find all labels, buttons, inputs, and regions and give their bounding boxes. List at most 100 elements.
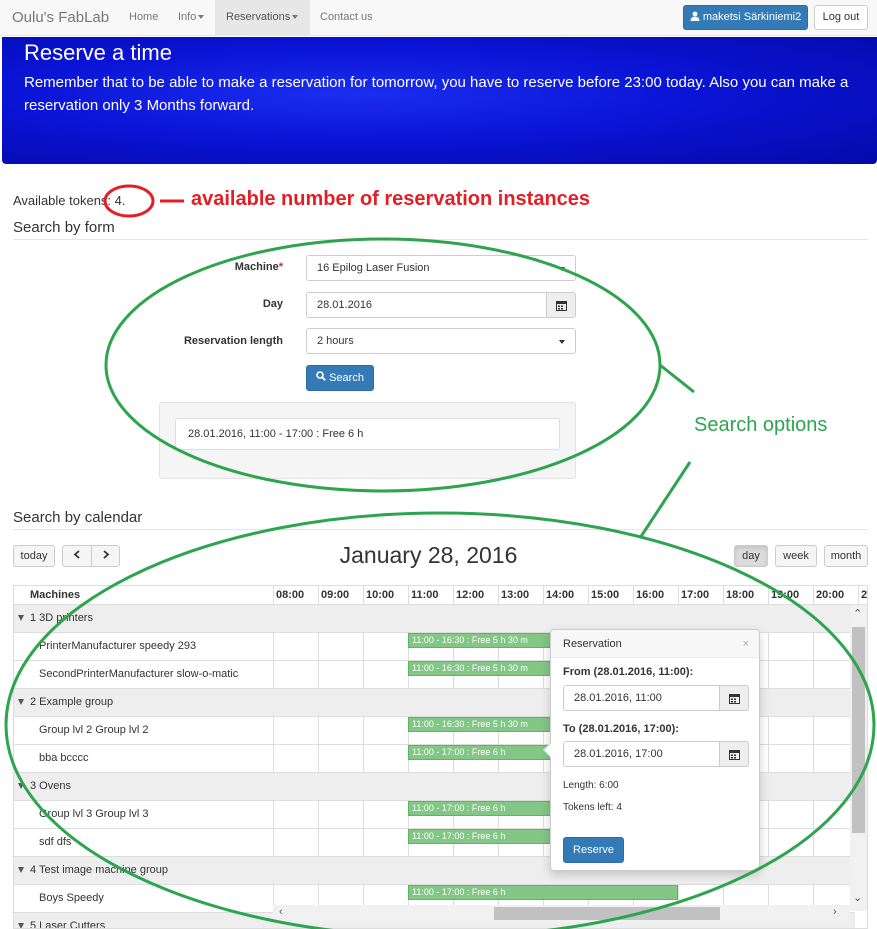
- search-result-item[interactable]: 28.01.2016, 11:00 - 17:00 : Free 6 h: [175, 418, 560, 450]
- length-select[interactable]: 2 hours: [306, 328, 576, 354]
- required-marker: *: [278, 261, 283, 273]
- nav-home-label: Home: [129, 11, 159, 23]
- availability-event[interactable]: 11:00 - 17:00 : Free 6 h: [408, 885, 678, 900]
- machine-select-value: 16 Epilog Laser Fusion: [317, 262, 430, 274]
- grid-line: [273, 661, 274, 689]
- available-tokens: Available tokens: 4.: [13, 193, 126, 208]
- search-button-label: Search: [329, 372, 364, 384]
- logout-button[interactable]: Log out: [814, 5, 868, 30]
- nav-info[interactable]: Info: [167, 0, 215, 36]
- time-label: 16:00: [636, 589, 665, 601]
- calendar-header: Machines 08:00 09:00 10:00 11:00 12:00 13:00 1…: [14, 586, 868, 605]
- green-pointer-line: [638, 461, 692, 539]
- calendar-title: January 28, 2016: [339, 542, 518, 568]
- navbar: Oulu's FabLab Home Info Reservations Con…: [0, 0, 877, 36]
- search-options-annotation: Search options: [694, 414, 828, 436]
- close-icon[interactable]: ×: [743, 638, 749, 650]
- machine-label: Boys Speedy: [39, 892, 104, 904]
- length-select-value: 2 hours: [317, 335, 354, 347]
- scroll-right-icon[interactable]: ›: [833, 906, 837, 918]
- nav-reservations[interactable]: Reservations: [215, 0, 310, 36]
- to-calendar-button[interactable]: [719, 741, 749, 767]
- triangle-down-icon[interactable]: [18, 615, 24, 621]
- group-label: 1 3D printers: [30, 612, 93, 624]
- hero-text: Remember that to be able to make a reser…: [24, 74, 849, 114]
- tokens-annotation: available number of reservation instance…: [191, 188, 591, 210]
- day-input-value: 28.01.2016: [317, 299, 373, 311]
- calendar-icon: [555, 300, 567, 311]
- grid-line: [273, 633, 274, 661]
- popover-title-text: Reservation: [563, 638, 622, 650]
- brand-link[interactable]: Oulu's FabLab: [12, 9, 109, 26]
- to-input[interactable]: 28.01.2016, 17:00: [563, 741, 720, 767]
- from-calendar-button[interactable]: [719, 685, 749, 711]
- nav-contact[interactable]: Contact us: [309, 0, 384, 36]
- search-icon: [316, 371, 326, 381]
- time-label: 21: [861, 589, 868, 601]
- machine-label: PrinterManufacturer speedy 293: [39, 640, 197, 652]
- vertical-scrollbar[interactable]: ⌃ ⌄: [850, 605, 867, 911]
- grid-line: [273, 829, 274, 857]
- length-label: Reservation length: [183, 335, 283, 347]
- triangle-down-icon[interactable]: [18, 923, 24, 928]
- scroll-left-icon[interactable]: ‹: [279, 906, 283, 918]
- group-label: 4 Test image machine group: [30, 864, 168, 876]
- view-month-button[interactable]: month: [824, 545, 868, 567]
- machine-label-text: Machine: [234, 261, 279, 273]
- nav-info-label: Info: [178, 11, 197, 23]
- time-label: 09:00: [321, 589, 350, 601]
- triangle-down-icon[interactable]: [18, 867, 24, 873]
- calendar-icon: [728, 749, 740, 760]
- machine-label: sdf dfs: [39, 836, 72, 848]
- length-text: Length: 6:00: [563, 780, 619, 791]
- search-button[interactable]: Search: [306, 365, 374, 391]
- time-label: 12:00: [456, 589, 485, 601]
- triangle-down-icon[interactable]: [18, 699, 24, 705]
- group-label: 3 Ovens: [30, 780, 71, 792]
- nav-home[interactable]: Home: [118, 0, 169, 36]
- day-calendar-button[interactable]: [546, 292, 576, 318]
- caret-down-icon: [198, 15, 205, 20]
- grid-line: [273, 801, 274, 829]
- horizontal-scrollbar[interactable]: ‹ ›: [273, 905, 850, 922]
- triangle-down-icon[interactable]: [18, 783, 24, 789]
- time-label: 19:00: [771, 589, 800, 601]
- resource-header: Machines: [30, 589, 81, 601]
- group-label: 2 Example group: [30, 696, 114, 708]
- reservation-popover: Reservation × From (28.01.2016, 11:00): …: [542, 629, 760, 871]
- tokens-left-text: Tokens left: 4: [563, 802, 622, 813]
- view-day-button[interactable]: day: [734, 545, 768, 567]
- vertical-scroll-thumb[interactable]: [852, 627, 865, 833]
- machine-select[interactable]: 16 Epilog Laser Fusion: [306, 255, 576, 281]
- user-button[interactable]: maketsi Särkiniemi2: [683, 5, 808, 30]
- time-label: 10:00: [366, 589, 395, 601]
- hero-banner: Reserve a time Remember that to be able …: [2, 37, 877, 164]
- nav-contact-label: Contact us: [320, 11, 373, 23]
- time-label: 08:00: [276, 589, 305, 601]
- reserve-button[interactable]: Reserve: [563, 837, 624, 863]
- from-label: From (28.01.2016, 11:00):: [563, 666, 694, 678]
- to-label: To (28.01.2016, 17:00):: [563, 723, 679, 735]
- horizontal-scroll-thumb[interactable]: [494, 907, 720, 920]
- scroll-up-icon[interactable]: ⌃: [853, 607, 862, 620]
- grid-line: [273, 717, 274, 745]
- green-pointer-line: [659, 363, 695, 394]
- page-title: Reserve a time: [24, 40, 172, 65]
- divider: [13, 239, 868, 240]
- machine-label: Machine*: [180, 261, 283, 273]
- from-input[interactable]: 28.01.2016, 11:00: [563, 685, 720, 711]
- scroll-down-icon[interactable]: ⌄: [853, 891, 862, 904]
- from-input-value: 28.01.2016, 11:00: [574, 692, 662, 704]
- chevron-down-icon: [559, 340, 565, 344]
- group-label: 5 Laser Cutters: [30, 920, 106, 929]
- search-form-heading: Search by form: [13, 219, 115, 236]
- view-week-button[interactable]: week: [775, 545, 817, 567]
- chevron-down-icon: [559, 267, 565, 271]
- machine-label: SecondPrinterManufacturer slow-o-matic: [39, 668, 239, 680]
- caret-down-icon: [292, 15, 299, 20]
- day-input[interactable]: 28.01.2016: [306, 292, 547, 318]
- to-input-value: 28.01.2016, 17:00: [574, 748, 663, 760]
- day-label: Day: [262, 298, 283, 310]
- calendar-heading: Search by calendar: [13, 509, 143, 526]
- time-label: 14:00: [546, 589, 575, 601]
